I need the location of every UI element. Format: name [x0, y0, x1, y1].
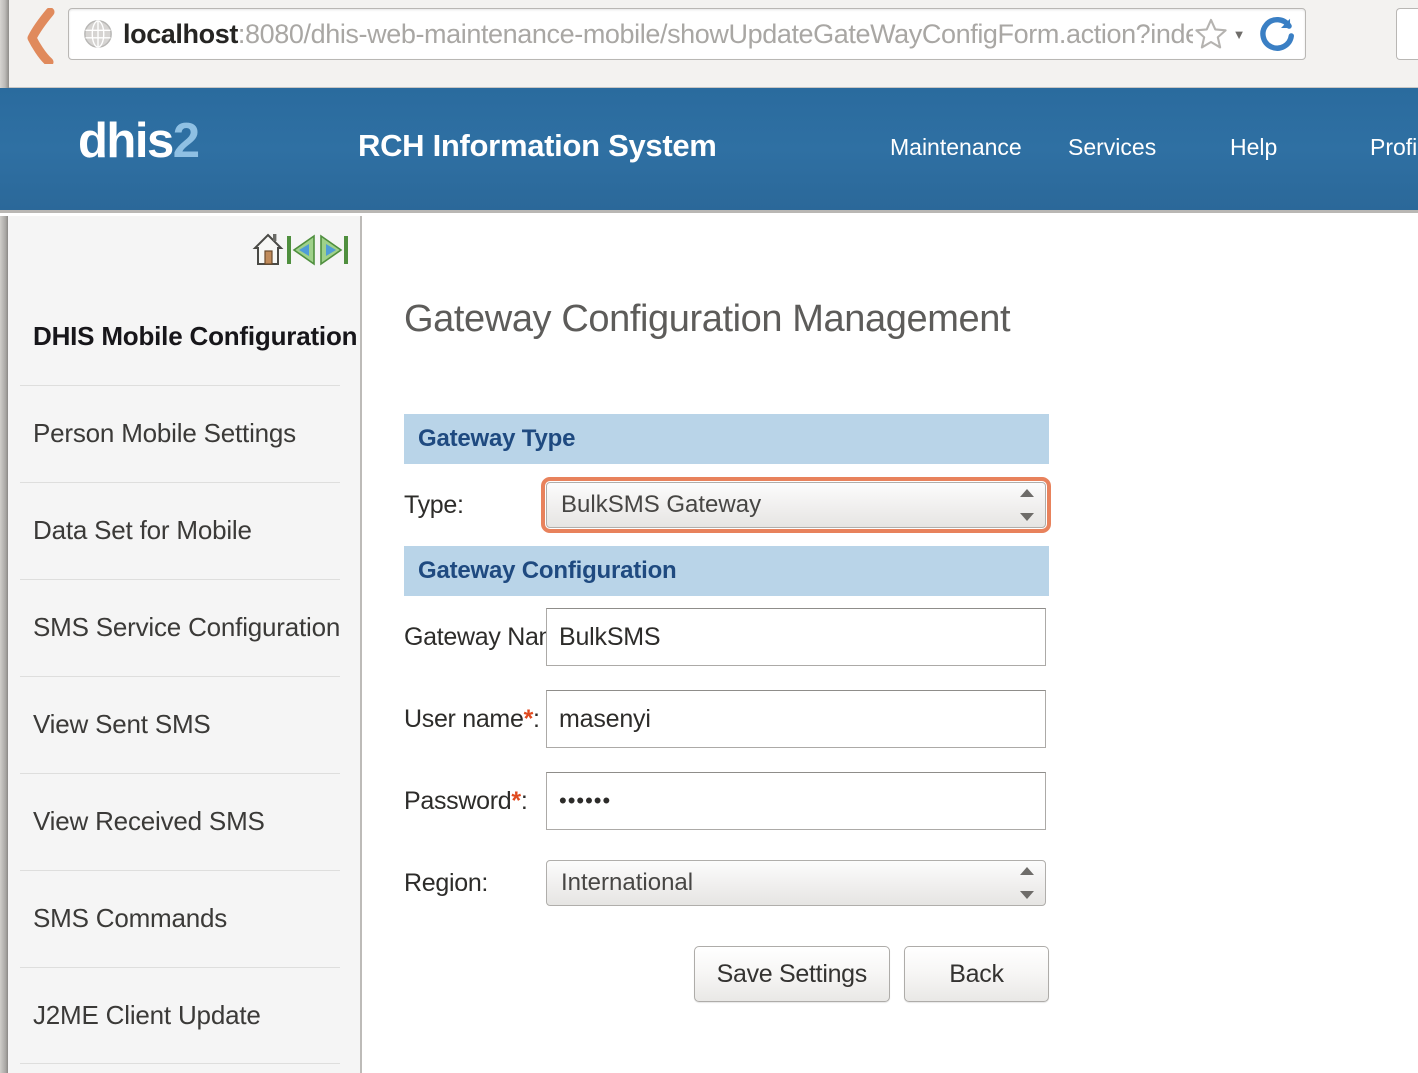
globe-icon	[84, 20, 112, 48]
password-input[interactable]: ••••••	[546, 772, 1046, 830]
type-label: Type:	[404, 490, 464, 519]
address-bar-text: localhost:8080/dhis-web-maintenance-mobi…	[123, 19, 1193, 50]
sidebar-item-view-sent-sms[interactable]: View Sent SMS	[0, 676, 360, 773]
form-row-password: Password*: ••••••	[404, 760, 1049, 842]
save-settings-button[interactable]: Save Settings	[693, 946, 890, 1002]
form-row-username: User name*: masenyi	[404, 678, 1049, 760]
browser-toolbar: localhost:8080/dhis-web-maintenance-mobi…	[0, 0, 1418, 88]
region-select[interactable]: International	[546, 860, 1046, 906]
sidebar-item-j2me-client-update[interactable]: J2ME Client Update	[0, 967, 360, 1064]
toolbar-overflow-button[interactable]	[1396, 8, 1418, 60]
sidebar-item-sms-commands[interactable]: SMS Commands	[0, 870, 360, 967]
window-left-rail	[0, 0, 9, 88]
chevron-up-icon	[1020, 489, 1034, 497]
url-path: :8080/dhis-web-maintenance-mobile/showUp…	[237, 18, 1193, 49]
sidebar-menu: DHIS Mobile Configuration Person Mobile …	[0, 288, 360, 1064]
page-title-header: RCH Information System	[358, 128, 717, 163]
chevron-down-icon	[1020, 891, 1034, 899]
forward-arrow-icon[interactable]	[318, 230, 350, 270]
back-button[interactable]: Back	[904, 946, 1049, 1002]
required-asterisk: *	[523, 704, 534, 733]
chevron-down-icon[interactable]: ▼	[1231, 27, 1247, 42]
gateway-name-input[interactable]: BulkSMS	[546, 608, 1046, 666]
url-host: localhost	[123, 18, 238, 49]
username-label: User name*:	[404, 705, 546, 734]
chevron-down-icon	[1020, 513, 1034, 521]
star-icon[interactable]	[1193, 16, 1229, 52]
form-actions: Save Settings Back	[404, 946, 1049, 1002]
type-select-spinner-icon[interactable]	[1020, 489, 1034, 521]
nav-item-services[interactable]: Services	[1068, 134, 1156, 161]
back-chevron-icon[interactable]	[22, 5, 60, 67]
nav-item-help[interactable]: Help	[1230, 134, 1277, 161]
nav-item-profile[interactable]: Profil	[1370, 134, 1418, 161]
sidebar-item-person-mobile-settings[interactable]: Person Mobile Settings	[0, 385, 360, 482]
main-content: Gateway Configuration Management Gateway…	[364, 216, 1418, 1073]
home-icon[interactable]	[252, 230, 284, 270]
sidebar: DHIS Mobile Configuration Person Mobile …	[0, 216, 362, 1073]
sidebar-nav-icons	[252, 230, 350, 270]
screen-root: localhost:8080/dhis-web-maintenance-mobi…	[0, 0, 1418, 1073]
username-label-text: User name	[404, 704, 524, 733]
type-select-wrapper: BulkSMS Gateway	[541, 477, 1051, 533]
app-header: dhis2 RCH Information System Maintenance…	[0, 88, 1418, 213]
nav-item-maintenance[interactable]: Maintenance	[890, 134, 1022, 161]
username-label-colon: :	[533, 704, 540, 733]
section-header-gateway-type: Gateway Type	[404, 414, 1049, 464]
chevron-up-icon	[1020, 867, 1034, 875]
region-select-wrapper: International	[546, 860, 1046, 906]
type-select[interactable]: BulkSMS Gateway	[546, 482, 1046, 528]
username-input[interactable]: masenyi	[546, 690, 1046, 748]
reload-icon[interactable]	[1259, 15, 1297, 53]
sidebar-item-view-received-sms[interactable]: View Received SMS	[0, 773, 360, 870]
sidebar-item-sms-service-configuration[interactable]: SMS Service Configuration	[0, 579, 360, 676]
form-row-region: Region: International	[404, 842, 1049, 924]
sidebar-item-data-set-for-mobile[interactable]: Data Set for Mobile	[0, 482, 360, 579]
password-label-text: Password	[404, 786, 512, 815]
logo-word: dhis	[78, 114, 174, 168]
logo-digit: 2	[172, 114, 200, 168]
required-asterisk: *	[511, 786, 521, 815]
gateway-config-form: Gateway Type Type: BulkSMS Gateway Gatew…	[404, 414, 1051, 1002]
password-label-colon: :	[520, 786, 528, 815]
sidebar-item-dhis-mobile-configuration[interactable]: DHIS Mobile Configuration	[0, 288, 360, 385]
form-row-type: Type: BulkSMS Gateway	[404, 464, 1051, 546]
region-label: Region:	[404, 868, 489, 897]
section-header-gateway-configuration: Gateway Configuration	[404, 546, 1049, 596]
form-row-gateway-name: Gateway Name: BulkSMS	[404, 596, 1049, 678]
gateway-name-label: Gateway Name:	[404, 622, 580, 651]
dhis2-logo[interactable]: dhis2	[78, 113, 200, 169]
password-label: Password*:	[404, 787, 546, 816]
region-select-spinner-icon[interactable]	[1020, 867, 1034, 899]
back-arrow-icon[interactable]	[285, 230, 317, 270]
page-title: Gateway Configuration Management	[404, 298, 1011, 340]
address-bar[interactable]: localhost:8080/dhis-web-maintenance-mobi…	[68, 8, 1306, 60]
